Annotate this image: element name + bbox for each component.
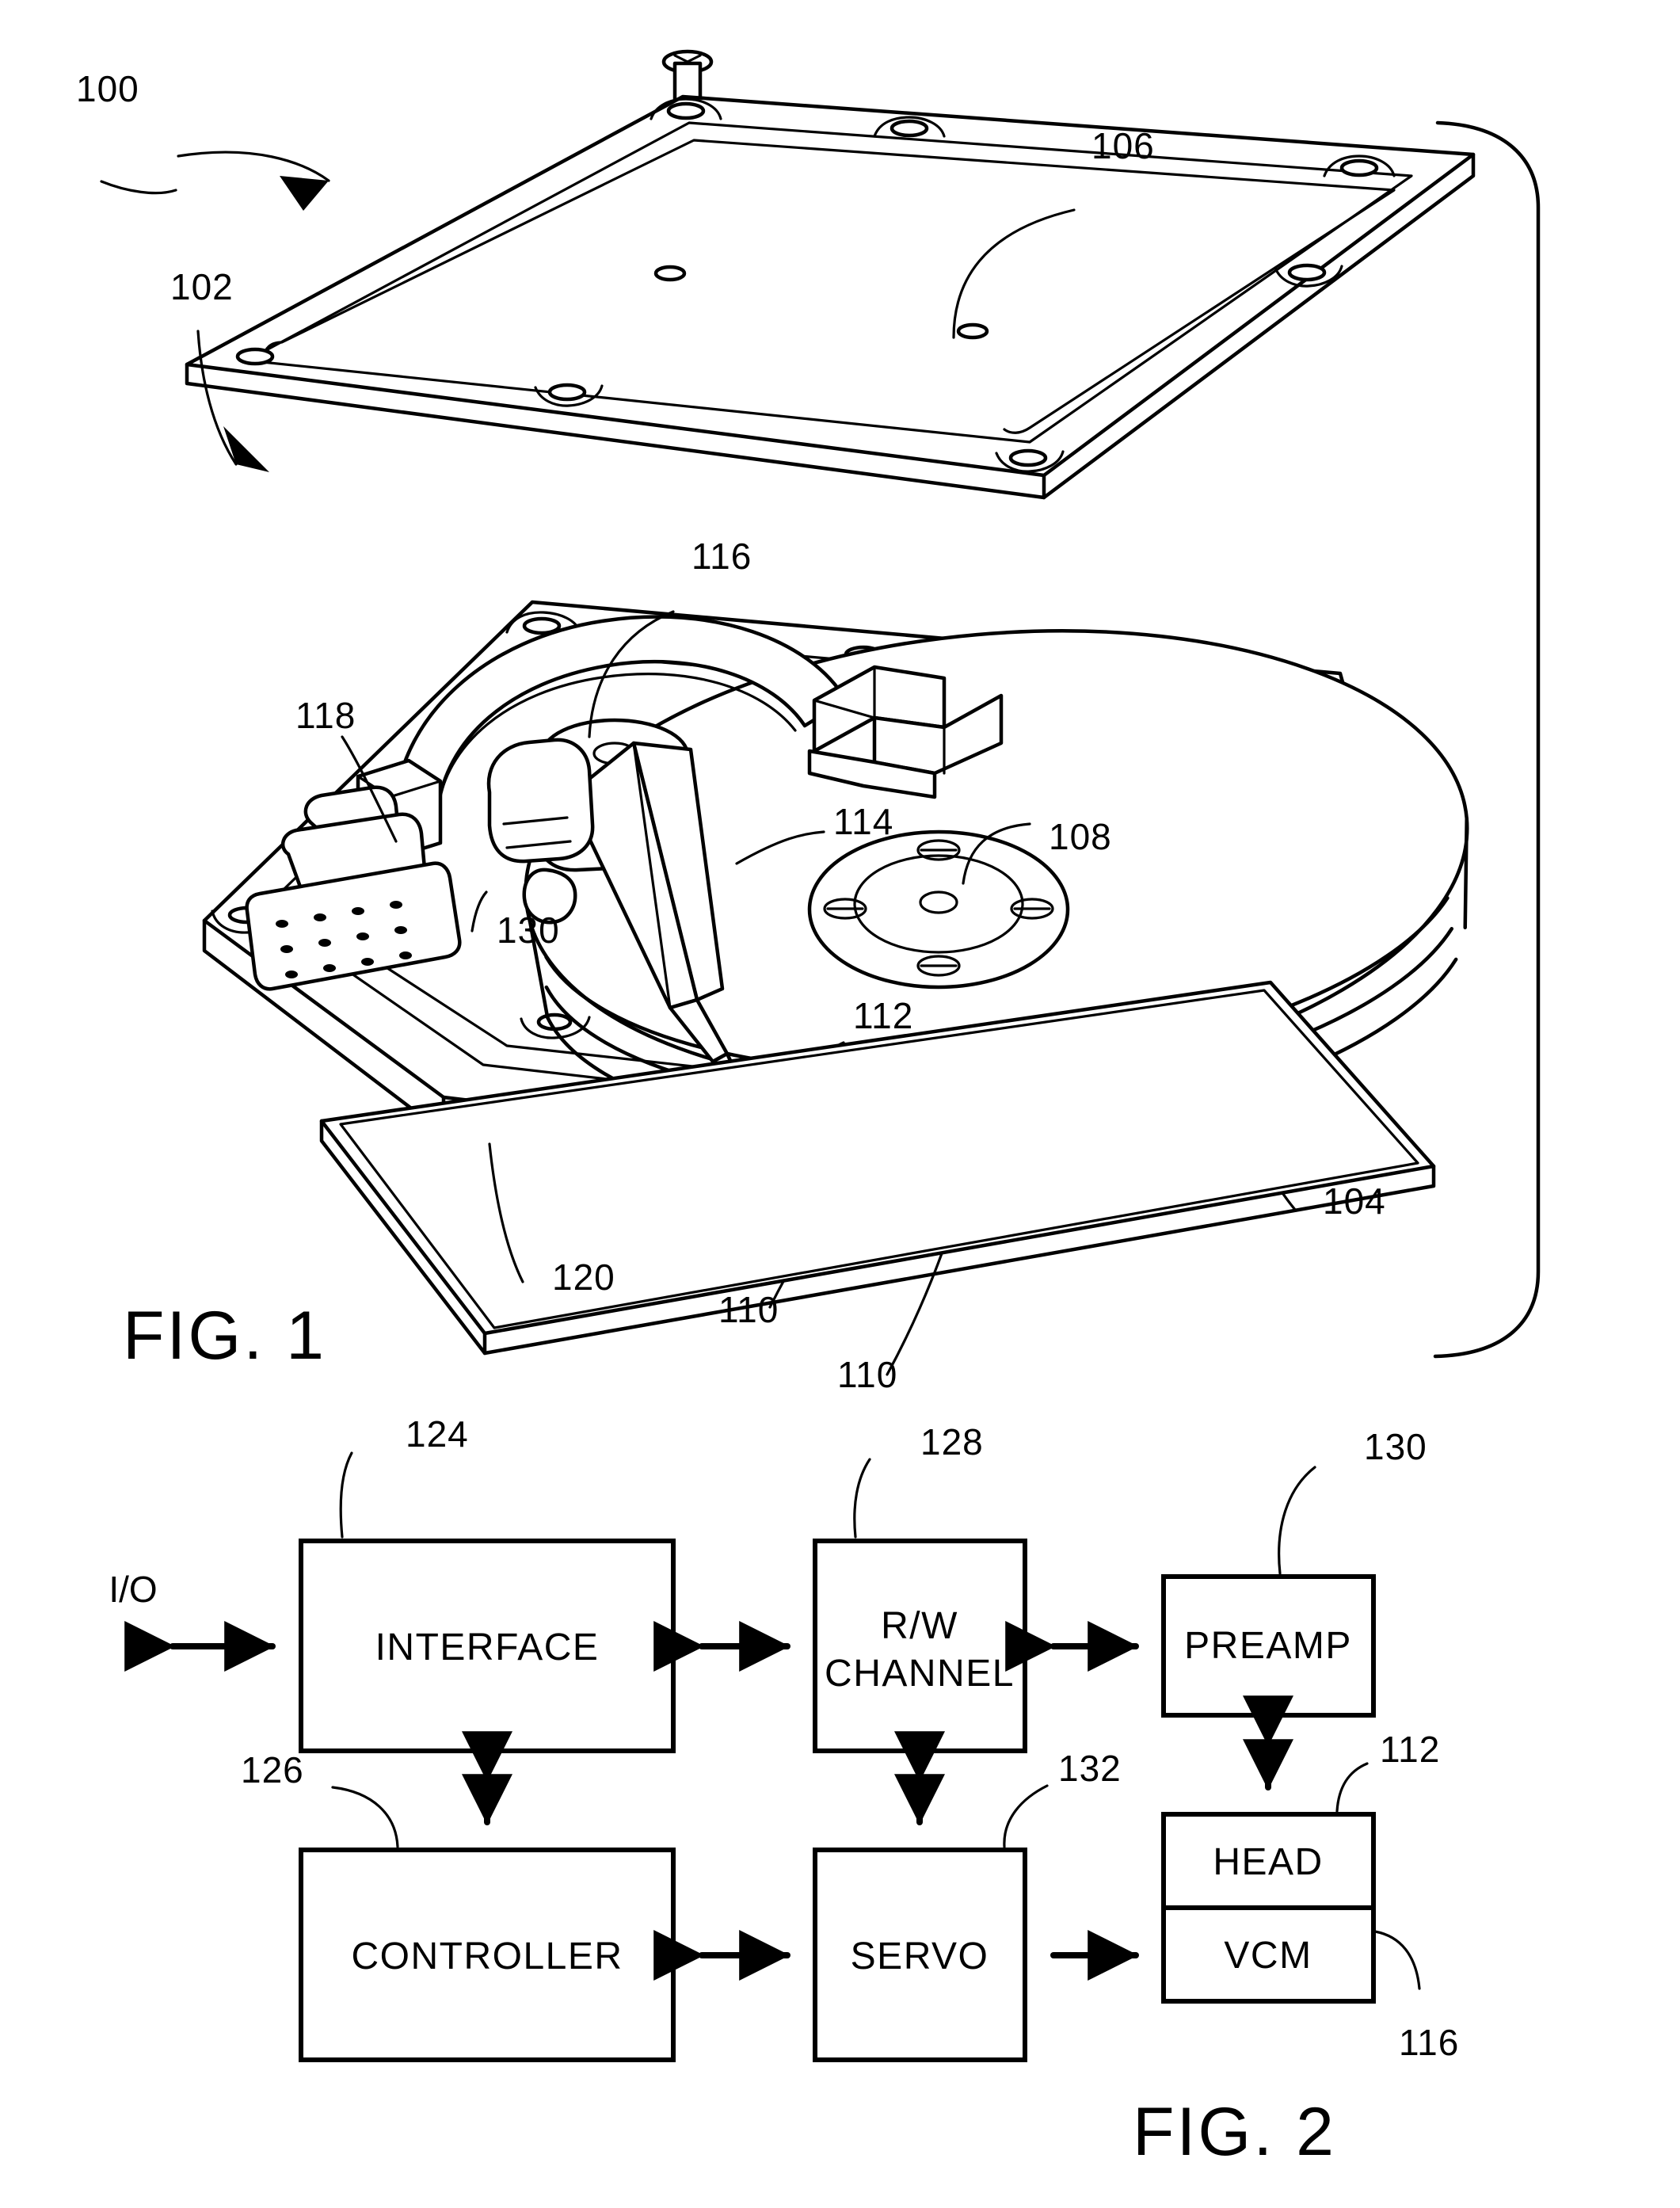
patent-drawing-sheet: 100 106 102 116 118 114 108 130 112 120 … bbox=[0, 0, 1680, 2208]
ref-130-fig2: 130 bbox=[1364, 1426, 1427, 1467]
block-interface[interactable]: INTERFACE bbox=[299, 1539, 676, 1753]
block-servo[interactable]: SERVO bbox=[813, 1848, 1027, 2062]
ref-110-b: 110 bbox=[837, 1354, 897, 1395]
ref-116-fig2: 116 bbox=[1399, 2022, 1459, 2063]
io-port-label: I/O bbox=[109, 1569, 157, 1610]
figure-1-caption: FIG. 1 bbox=[123, 1298, 326, 1374]
ref-128: 128 bbox=[920, 1421, 984, 1462]
block-controller-label: CONTROLLER bbox=[351, 1935, 623, 1977]
ref-100: 100 bbox=[76, 68, 139, 109]
ref-102: 102 bbox=[170, 266, 234, 307]
ref-110-a: 110 bbox=[718, 1289, 779, 1330]
block-servo-label: SERVO bbox=[851, 1935, 989, 1977]
ref-116-fig1: 116 bbox=[691, 536, 752, 577]
ref-114: 114 bbox=[833, 801, 893, 842]
ref-132: 132 bbox=[1058, 1748, 1122, 1789]
block-rw-channel[interactable]: R/W CHANNEL bbox=[813, 1539, 1027, 1753]
ref-108: 108 bbox=[1049, 816, 1112, 857]
block-controller[interactable]: CONTROLLER bbox=[299, 1848, 676, 2062]
block-vcm-label: VCM bbox=[1224, 1935, 1312, 1977]
ref-104: 104 bbox=[1323, 1180, 1386, 1222]
block-vcm[interactable]: VCM bbox=[1161, 1905, 1376, 2004]
block-head[interactable]: HEAD bbox=[1161, 1812, 1376, 1910]
block-preamp[interactable]: PREAMP bbox=[1161, 1574, 1376, 1718]
ref-126: 126 bbox=[241, 1749, 304, 1790]
ref-118: 118 bbox=[295, 695, 356, 736]
ref-112-fig2: 112 bbox=[1380, 1729, 1440, 1770]
ref-112-fig1: 112 bbox=[853, 995, 913, 1036]
block-rw-channel-label-line1: R/W bbox=[881, 1605, 958, 1647]
block-preamp-label: PREAMP bbox=[1184, 1625, 1352, 1667]
block-interface-label: INTERFACE bbox=[375, 1626, 600, 1668]
ref-120: 120 bbox=[552, 1257, 615, 1298]
drawing-canvas: 100 106 102 116 118 114 108 130 112 120 … bbox=[0, 0, 1680, 2208]
ref-130-fig1: 130 bbox=[497, 910, 560, 951]
block-head-label: HEAD bbox=[1213, 1841, 1323, 1883]
ref-124: 124 bbox=[406, 1413, 469, 1455]
figure-2-caption: FIG. 2 bbox=[1133, 2094, 1336, 2170]
block-rw-channel-label-line2: CHANNEL bbox=[825, 1653, 1015, 1695]
ref-106: 106 bbox=[1091, 125, 1155, 166]
